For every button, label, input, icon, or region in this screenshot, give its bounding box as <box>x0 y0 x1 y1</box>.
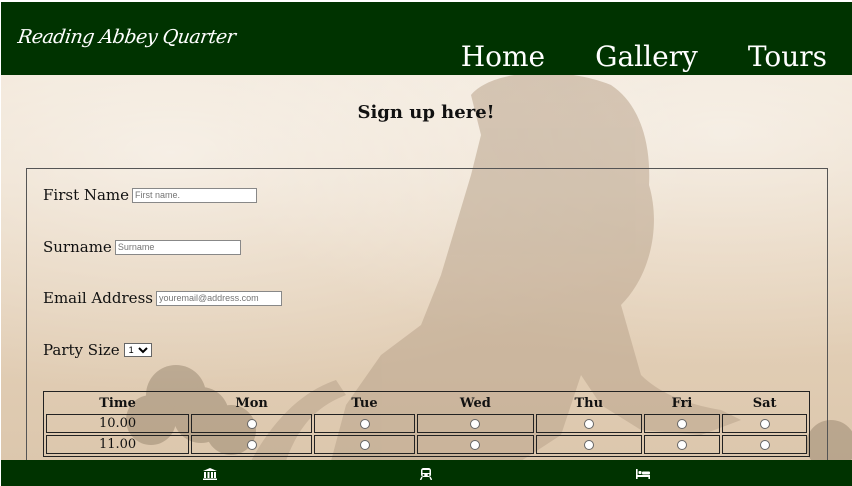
time-cell: 11.00 <box>46 435 190 454</box>
slot-cell <box>416 414 534 433</box>
slot-radio[interactable] <box>583 439 594 450</box>
nav-gallery-link[interactable]: Gallery <box>595 37 698 77</box>
tour-times-table: Time Mon Tue Wed Thu Fri Sat 10.00 11.00 <box>43 391 810 457</box>
time-cell: 10.00 <box>46 414 190 433</box>
col-time: Time <box>99 395 136 411</box>
slot-radio[interactable] <box>246 439 257 450</box>
col-mon: Mon <box>235 395 268 411</box>
slot-cell <box>535 435 642 454</box>
slot-cell <box>722 414 807 433</box>
slot-cell <box>191 414 313 433</box>
slot-cell <box>535 414 642 433</box>
party-size-label: Party Size <box>43 341 120 359</box>
slot-radio[interactable] <box>759 439 770 450</box>
email-label: Email Address <box>43 289 153 307</box>
slot-cell <box>314 435 415 454</box>
nav-home-link[interactable]: Home <box>461 37 545 77</box>
first-name-input[interactable] <box>132 187 258 203</box>
table-header-row: Time Mon Tue Wed Thu Fri Sat <box>46 394 807 412</box>
party-size-row: Party Size 1 <box>43 341 152 359</box>
col-tue: Tue <box>351 395 378 411</box>
nav-tours-link[interactable]: Tours <box>748 37 827 77</box>
slot-radio[interactable] <box>246 418 257 429</box>
party-size-select[interactable]: 1 <box>123 343 152 357</box>
col-sat: Sat <box>752 395 777 411</box>
slot-radio[interactable] <box>583 418 594 429</box>
site-header: Reading Abbey Quarter Home Gallery Tours <box>1 2 852 75</box>
slot-radio[interactable] <box>676 418 687 429</box>
slot-cell <box>722 435 807 454</box>
first-name-row: First Name <box>43 186 258 204</box>
first-name-label: First Name <box>43 186 130 204</box>
table-row: 10.00 <box>46 414 807 433</box>
slot-radio[interactable] <box>470 439 481 450</box>
col-fri: Fri <box>671 395 693 411</box>
slot-cell <box>643 414 721 433</box>
main-nav: Home Gallery Tours <box>411 37 827 77</box>
museum-icon[interactable] <box>203 468 217 480</box>
table-row: 11.00 <box>46 435 807 454</box>
site-footer <box>1 460 852 486</box>
slot-cell <box>416 435 534 454</box>
slot-cell <box>643 435 721 454</box>
surname-input[interactable] <box>114 239 241 255</box>
col-thu: Thu <box>574 395 604 411</box>
slot-cell <box>314 414 415 433</box>
slot-radio[interactable] <box>359 439 370 450</box>
slot-radio[interactable] <box>676 439 687 450</box>
site-logo[interactable]: Reading Abbey Quarter <box>16 26 236 48</box>
slot-radio[interactable] <box>759 418 770 429</box>
email-row: Email Address <box>43 289 282 307</box>
col-wed: Wed <box>459 395 491 411</box>
train-icon[interactable] <box>419 468 433 480</box>
surname-label: Surname <box>43 238 112 256</box>
surname-row: Surname <box>43 238 241 256</box>
bed-icon[interactable] <box>636 468 650 480</box>
slot-cell <box>191 435 313 454</box>
email-input[interactable] <box>155 290 282 306</box>
page: Reading Abbey Quarter Home Gallery Tours… <box>0 0 852 486</box>
page-title: Sign up here! <box>357 102 495 123</box>
slot-radio[interactable] <box>359 418 370 429</box>
slot-radio[interactable] <box>470 418 481 429</box>
